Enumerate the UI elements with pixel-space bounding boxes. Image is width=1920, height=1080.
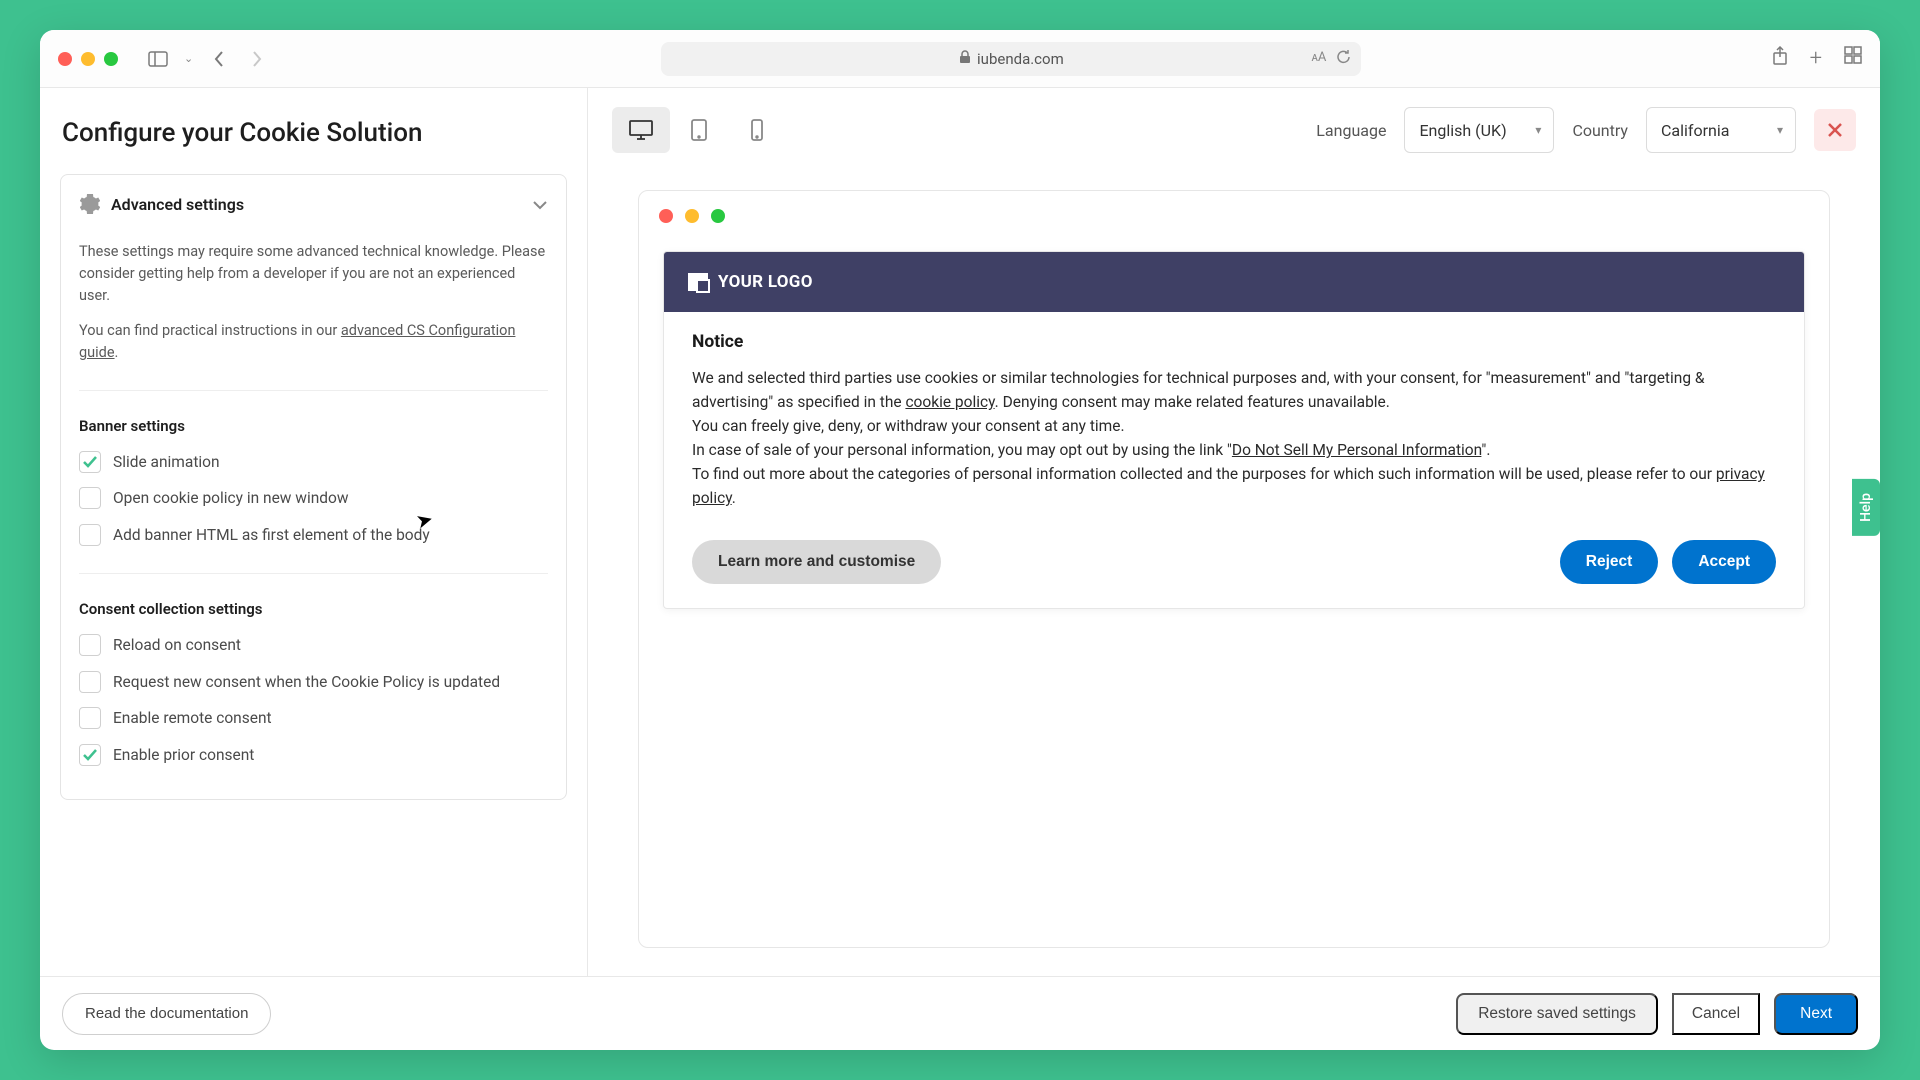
chevron-down-icon[interactable]: ⌄ <box>184 52 193 65</box>
enable-remote-consent-checkbox[interactable]: Enable remote consent <box>79 707 548 730</box>
checkbox-label: Add banner HTML as first element of the … <box>113 524 430 547</box>
checkbox-label: Enable remote consent <box>113 707 272 730</box>
back-button[interactable] <box>207 47 231 71</box>
learn-more-button[interactable]: Learn more and customise <box>692 540 941 584</box>
notice-text: We and selected third parties use cookie… <box>692 366 1776 510</box>
window-controls <box>58 52 118 66</box>
checkbox-label: Enable prior consent <box>113 744 254 767</box>
window-close-icon[interactable] <box>58 52 72 66</box>
help-tab[interactable]: Help <box>1852 479 1880 536</box>
notice-title: Notice <box>692 332 1776 352</box>
share-icon[interactable] <box>1772 46 1788 71</box>
open-new-window-checkbox[interactable]: Open cookie policy in new window <box>79 487 548 510</box>
tabs-icon[interactable] <box>1844 46 1862 71</box>
close-preview-button[interactable] <box>1814 109 1856 151</box>
chevron-down-icon: ▾ <box>1535 123 1541 137</box>
checkbox-label: Open cookie policy in new window <box>113 487 349 510</box>
restore-settings-button[interactable]: Restore saved settings <box>1456 993 1658 1035</box>
reader-icon[interactable]: ᴀA <box>1311 49 1326 68</box>
language-select[interactable]: English (UK) ▾ <box>1404 107 1554 153</box>
checkbox-label: Reload on consent <box>113 634 241 657</box>
device-mobile-button[interactable] <box>728 107 786 153</box>
read-docs-button[interactable]: Read the documentation <box>62 993 271 1035</box>
logo-icon <box>688 273 708 291</box>
checkbox-icon <box>79 634 101 656</box>
checkbox-label: Request new consent when the Cookie Poli… <box>113 671 500 694</box>
cookie-banner: YOUR LOGO Notice We and selected third p… <box>663 251 1805 609</box>
new-tab-icon[interactable]: + <box>1810 46 1822 71</box>
checkbox-icon <box>79 707 101 729</box>
accept-button[interactable]: Accept <box>1672 540 1776 584</box>
checkbox-label: Slide animation <box>113 451 220 474</box>
slide-animation-checkbox[interactable]: Slide animation <box>79 451 548 474</box>
preview-dot-green-icon <box>711 209 725 223</box>
advanced-guide-text: You can find practical instructions in o… <box>79 320 548 364</box>
cookie-policy-link[interactable]: cookie policy <box>905 393 994 411</box>
advanced-settings-title: Advanced settings <box>111 195 522 214</box>
reload-on-consent-checkbox[interactable]: Reload on consent <box>79 634 548 657</box>
advanced-settings-toggle[interactable]: Advanced settings <box>79 193 548 215</box>
preview-panel: Language English (UK) ▾ Country Californ… <box>588 88 1880 976</box>
browser-chrome: ⌄ iubenda.com ᴀA <box>40 30 1880 88</box>
preview-dot-red-icon <box>659 209 673 223</box>
reload-icon[interactable] <box>1336 49 1351 68</box>
do-not-sell-link[interactable]: Do Not Sell My Personal Information <box>1232 441 1482 459</box>
language-label: Language <box>1316 121 1386 140</box>
checkbox-icon <box>79 451 101 473</box>
banner-settings-title: Banner settings <box>79 417 548 435</box>
checkbox-icon <box>79 487 101 509</box>
consent-settings-title: Consent collection settings <box>79 600 548 618</box>
checkbox-icon <box>79 671 101 693</box>
forward-button[interactable] <box>245 47 269 71</box>
gear-icon <box>79 193 101 215</box>
banner-logo: YOUR LOGO <box>664 252 1804 312</box>
checkbox-icon <box>79 524 101 546</box>
chevron-down-icon: ▾ <box>1777 123 1783 137</box>
request-new-consent-checkbox[interactable]: Request new consent when the Cookie Poli… <box>79 671 548 694</box>
advanced-desc: These settings may require some advanced… <box>79 241 548 306</box>
device-tablet-button[interactable] <box>670 107 728 153</box>
preview-browser: YOUR LOGO Notice We and selected third p… <box>638 190 1830 948</box>
country-label: Country <box>1572 121 1628 140</box>
country-select[interactable]: California ▾ <box>1646 107 1796 153</box>
enable-prior-consent-checkbox[interactable]: Enable prior consent <box>79 744 548 767</box>
address-bar[interactable]: iubenda.com ᴀA <box>661 42 1361 76</box>
lock-icon <box>959 50 971 68</box>
window-minimize-icon[interactable] <box>81 52 95 66</box>
preview-dot-yellow-icon <box>685 209 699 223</box>
url-host: iubenda.com <box>977 50 1064 68</box>
sidebar-toggle-icon[interactable] <box>146 47 170 71</box>
reject-button[interactable]: Reject <box>1560 540 1659 584</box>
window-zoom-icon[interactable] <box>104 52 118 66</box>
add-banner-html-checkbox[interactable]: Add banner HTML as first element of the … <box>79 524 548 547</box>
settings-panel: Configure your Cookie Solution Advanced … <box>40 88 588 976</box>
chevron-down-icon <box>532 195 548 214</box>
device-desktop-button[interactable] <box>612 107 670 153</box>
cancel-button[interactable]: Cancel <box>1672 993 1760 1035</box>
checkbox-icon <box>79 744 101 766</box>
page-title: Configure your Cookie Solution <box>40 88 587 174</box>
next-button[interactable]: Next <box>1774 993 1858 1035</box>
footer: Read the documentation Restore saved set… <box>40 976 1880 1050</box>
